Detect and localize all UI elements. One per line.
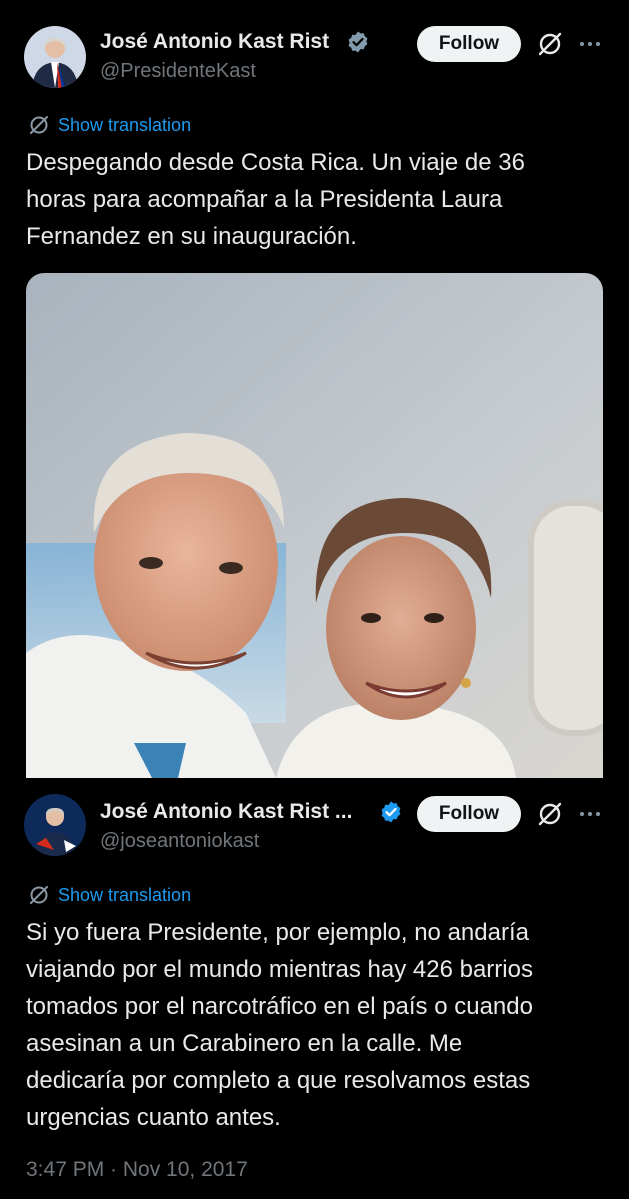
quoted-author-avatar[interactable]: [24, 794, 86, 856]
show-translation-label: Show translation: [58, 884, 192, 905]
verified-badge-icon: [348, 31, 368, 53]
author-avatar[interactable]: [24, 26, 86, 88]
translate-icon: [30, 116, 48, 134]
verified-badge-icon: [381, 801, 401, 823]
tweet-photo[interactable]: [26, 273, 603, 778]
grok-icon[interactable]: [536, 30, 564, 58]
more-options-icon[interactable]: [580, 42, 600, 46]
more-options-icon[interactable]: [580, 812, 600, 816]
tweet-timestamp[interactable]: 3:47 PM · Nov 10, 2017: [26, 1158, 248, 1182]
grok-icon[interactable]: [536, 800, 564, 828]
tweet-text: Despegando desde Costa Rica. Un viaje de…: [26, 149, 525, 250]
show-translation-link[interactable]: Show translation: [28, 114, 191, 136]
quoted-author-handle[interactable]: @joseantoniokast: [100, 830, 259, 853]
show-translation-link[interactable]: Show translation: [28, 884, 191, 906]
translate-icon: [30, 886, 48, 904]
quoted-follow-button[interactable]: Follow: [417, 796, 521, 832]
quoted-author-name[interactable]: José Antonio Kast Rist ...: [100, 800, 352, 824]
follow-button[interactable]: Follow: [417, 26, 521, 62]
show-translation-label: Show translation: [58, 114, 192, 135]
quoted-tweet-text: Si yo fuera Presidente, por ejemplo, no …: [26, 919, 533, 1131]
author-handle[interactable]: @PresidenteKast: [100, 60, 256, 83]
author-name[interactable]: José Antonio Kast Rist: [100, 30, 329, 54]
